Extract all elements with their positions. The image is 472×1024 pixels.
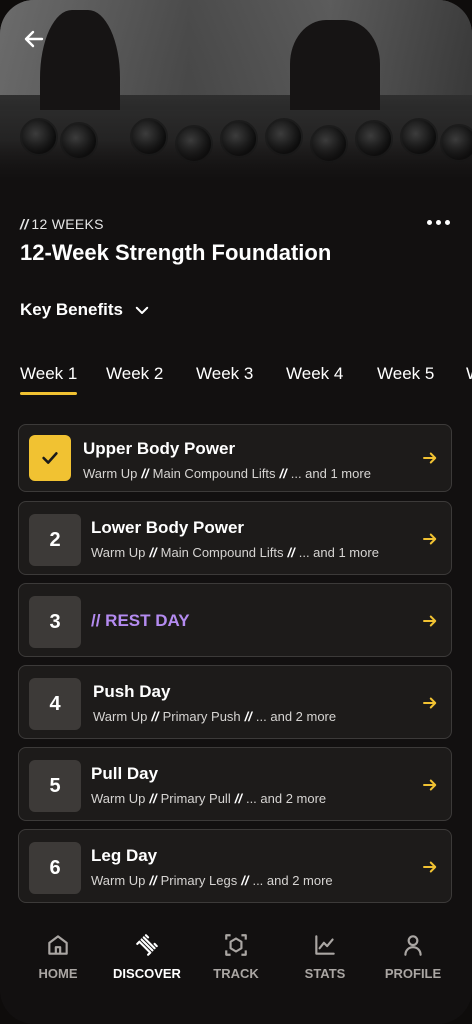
completed-badge xyxy=(29,435,71,481)
bottom-nav: HOME DISCOVER TRACK STATS PROFILE xyxy=(0,918,472,1024)
day-badge: 6 xyxy=(29,842,81,894)
chart-icon xyxy=(315,935,335,955)
separator: // xyxy=(141,466,149,481)
workout-part: ... and 2 more xyxy=(245,791,327,806)
tab-week-2[interactable]: Week 2 xyxy=(106,364,163,384)
separator: // xyxy=(287,545,295,560)
separator: // xyxy=(244,709,252,724)
arrow-right-icon xyxy=(423,452,437,464)
chevron-down-icon xyxy=(135,306,149,314)
tab-week-1[interactable]: Week 1 xyxy=(20,364,78,395)
eyebrow-text: 12 WEEKS xyxy=(31,216,104,232)
tab-label: Week 4 xyxy=(286,364,344,383)
week-tabs: Week 1 Week 2 Week 3 Week 4 Week 5 W xyxy=(0,364,472,404)
arrow-right-icon xyxy=(423,697,437,709)
workout-part: ... and 1 more xyxy=(298,545,379,560)
nav-track[interactable]: TRACK xyxy=(191,932,281,981)
separator: // xyxy=(149,545,157,560)
workout-part: ... and 2 more xyxy=(255,709,337,724)
workout-part: Primary Pull xyxy=(160,791,231,806)
separator: // xyxy=(241,873,249,888)
separator: // xyxy=(149,873,157,888)
workout-part: Primary Push xyxy=(162,709,241,724)
nav-stats[interactable]: STATS xyxy=(280,932,370,981)
day-badge: 5 xyxy=(29,760,81,812)
workout-part: ... and 1 more xyxy=(290,466,371,481)
hero-image xyxy=(0,0,472,180)
tab-label: Week 3 xyxy=(196,364,254,383)
workout-part: Warm Up xyxy=(91,545,146,560)
nav-discover[interactable]: DISCOVER xyxy=(102,932,192,981)
workout-title: Push Day xyxy=(93,682,171,701)
separator: // xyxy=(151,709,159,724)
day-badge: 3 xyxy=(29,596,81,648)
arrow-right-icon xyxy=(423,779,437,791)
active-tab-indicator xyxy=(20,392,78,395)
cube-icon xyxy=(225,934,247,956)
separator: // xyxy=(149,791,157,806)
workout-summary: Warm Up//Main Compound Lifts//... and 1 … xyxy=(83,466,371,481)
person-icon xyxy=(404,935,422,956)
nav-label: HOME xyxy=(38,966,78,981)
workout-title: Upper Body Power xyxy=(83,439,236,458)
workout-part: Main Compound Lifts xyxy=(152,466,276,481)
page-title: 12-Week Strength Foundation xyxy=(20,240,332,265)
arrow-left-icon xyxy=(24,30,44,48)
workout-part: Warm Up xyxy=(93,709,148,724)
arrow-right-icon xyxy=(423,533,437,545)
workout-part: Warm Up xyxy=(91,873,146,888)
arrow-right-icon xyxy=(423,615,437,627)
tab-week-4[interactable]: Week 4 xyxy=(286,364,343,384)
tab-label: Week 2 xyxy=(106,364,164,383)
workout-card-5[interactable]: 5 Pull Day Warm Up//Primary Pull//... an… xyxy=(18,747,452,821)
separator: // xyxy=(234,791,242,806)
dumbbell-icon xyxy=(136,934,158,956)
workout-summary: Warm Up//Main Compound Lifts//... and 1 … xyxy=(91,545,379,560)
workout-card-2[interactable]: 2 Lower Body Power Warm Up//Main Compoun… xyxy=(18,501,452,575)
arrow-right-icon xyxy=(423,861,437,873)
rest-day-label: // REST DAY xyxy=(91,611,190,630)
tab-week-6[interactable]: W xyxy=(466,364,472,384)
key-benefits-toggle[interactable]: Key Benefits xyxy=(20,300,151,320)
workout-part: Warm Up xyxy=(83,466,138,481)
tab-week-5[interactable]: Week 5 xyxy=(377,364,434,384)
eyebrow-prefix: // xyxy=(20,216,29,232)
day-badge: 2 xyxy=(29,514,81,566)
nav-label: DISCOVER xyxy=(113,966,181,981)
workout-part: Warm Up xyxy=(91,791,146,806)
program-duration: //12 WEEKS xyxy=(20,216,104,232)
back-button[interactable] xyxy=(18,24,50,54)
workout-card-3[interactable]: 3 // REST DAY xyxy=(18,583,452,657)
workout-part: Main Compound Lifts xyxy=(160,545,284,560)
tab-week-3[interactable]: Week 3 xyxy=(196,364,253,384)
tab-label: Week 5 xyxy=(377,364,435,383)
tab-label: W xyxy=(466,364,472,383)
workout-card-6[interactable]: 6 Leg Day Warm Up//Primary Legs//... and… xyxy=(18,829,452,903)
workout-summary: Warm Up//Primary Push//... and 2 more xyxy=(93,709,336,724)
key-benefits-label: Key Benefits xyxy=(20,300,123,319)
more-dots-icon xyxy=(427,220,432,225)
workout-title: Leg Day xyxy=(91,846,158,865)
workout-card-1[interactable]: Upper Body Power Warm Up//Main Compound … xyxy=(18,424,452,492)
nav-label: TRACK xyxy=(213,966,259,981)
nav-home[interactable]: HOME xyxy=(13,932,103,981)
day-badge: 4 xyxy=(29,678,81,730)
nav-label: PROFILE xyxy=(384,966,442,981)
checkmark-icon xyxy=(42,452,58,464)
nav-label: STATS xyxy=(304,966,346,981)
nav-profile[interactable]: PROFILE xyxy=(368,932,458,981)
tab-label: Week 1 xyxy=(20,364,78,383)
workout-summary: Warm Up//Primary Legs//... and 2 more xyxy=(91,873,333,888)
separator: // xyxy=(279,466,287,481)
workout-summary: Warm Up//Primary Pull//... and 2 more xyxy=(91,791,326,806)
workout-part: Primary Legs xyxy=(160,873,238,888)
workout-part: ... and 2 more xyxy=(252,873,333,888)
app-screen: //12 WEEKS 12-Week Strength Foundation K… xyxy=(0,0,472,1024)
workout-title: Pull Day xyxy=(91,764,159,783)
workout-card-4[interactable]: 4 Push Day Warm Up//Primary Push//... an… xyxy=(18,665,452,739)
more-options-button[interactable] xyxy=(427,220,450,225)
workout-title: Lower Body Power xyxy=(91,518,245,537)
home-icon xyxy=(48,935,68,955)
